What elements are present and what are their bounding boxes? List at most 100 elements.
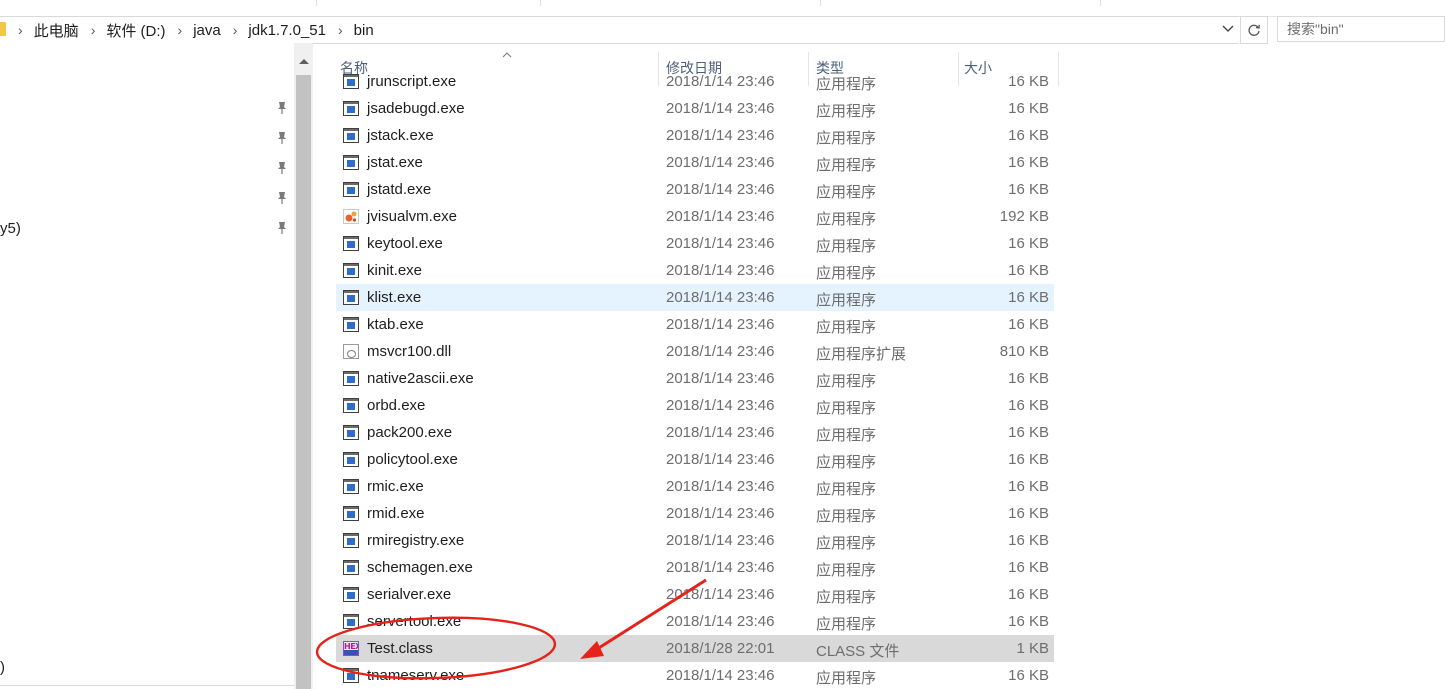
exe-icon [343,74,359,89]
breadcrumb-item[interactable]: 此电脑 [34,20,91,41]
file-row[interactable]: klist.exe 2018/1/14 23:46 应用程序 16 KB [336,284,1054,311]
file-type: 应用程序 [816,157,877,174]
file-type: 应用程序 [816,454,877,471]
exe-icon [343,398,359,413]
chevron-right-icon[interactable]: › [233,22,249,38]
file-size: 16 KB [1008,505,1049,522]
file-date: 2018/1/14 23:46 [666,559,775,576]
chevron-right-icon[interactable]: › [178,22,194,38]
pin-icon[interactable] [276,221,288,235]
exe-icon [343,236,359,251]
file-row[interactable]: ktab.exe 2018/1/14 23:46 应用程序 16 KB [336,311,1054,338]
file-row[interactable]: msvcr100.dll 2018/1/14 23:46 应用程序扩展 810 KB [336,338,1054,365]
pin-icon[interactable] [276,101,288,115]
chevron-right-icon[interactable]: › [91,22,107,38]
refresh-button[interactable] [1240,16,1268,44]
scroll-up-button[interactable] [294,51,313,71]
pin-icon[interactable] [276,191,288,205]
breadcrumb-item[interactable]: java [193,22,233,39]
exe-icon [343,560,359,575]
file-name: ktab.exe [367,316,424,333]
chevron-up-icon [298,58,309,64]
exe-icon [343,533,359,548]
file-row[interactable]: jrunscript.exe 2018/1/14 23:46 应用程序 16 KB [336,70,1054,95]
file-type: 应用程序 [816,400,877,417]
file-row[interactable]: jsadebugd.exe 2018/1/14 23:46 应用程序 16 KB [336,95,1054,122]
exe-icon [343,479,359,494]
chevron-right-icon[interactable]: › [338,22,354,38]
chevron-right-icon[interactable]: › [18,22,34,38]
file-date: 2018/1/14 23:46 [666,208,775,225]
file-row[interactable]: servertool.exe 2018/1/14 23:46 应用程序 16 KB [336,608,1054,635]
file-type: 应用程序扩展 [816,346,907,363]
nav-item-label[interactable]: y5) [0,220,21,237]
file-row[interactable]: orbd.exe 2018/1/14 23:46 应用程序 16 KB [336,392,1054,419]
file-name: native2ascii.exe [367,370,474,387]
scrollbar-thumb[interactable] [296,75,311,689]
file-type: 应用程序 [816,589,877,606]
file-name: jstat.exe [367,154,423,171]
exe-icon [343,182,359,197]
file-size: 16 KB [1008,154,1049,171]
file-row[interactable]: rmid.exe 2018/1/14 23:46 应用程序 16 KB [336,500,1054,527]
file-name: Test.class [367,640,433,657]
address-history-button[interactable] [1218,16,1238,42]
pin-icon[interactable] [276,131,288,145]
exe-icon [343,371,359,386]
breadcrumb: › 此电脑 › 软件 (D:) › java › jdk1.7.0_51 › bin [18,17,386,43]
file-row[interactable]: HEX Test.class 2018/1/28 22:01 CLASS 文件 1 KB [336,635,1054,662]
file-row[interactable]: pack200.exe 2018/1/14 23:46 应用程序 16 KB [336,419,1054,446]
file-row[interactable]: tnameserv.exe 2018/1/14 23:46 应用程序 16 KB [336,662,1054,689]
window-top-strip [0,0,1445,17]
divider [0,685,294,686]
file-type: 应用程序 [816,427,877,444]
file-type: 应用程序 [816,481,877,498]
breadcrumb-item[interactable]: jdk1.7.0_51 [248,22,338,39]
file-row[interactable]: rmiregistry.exe 2018/1/14 23:46 应用程序 16 KB [336,527,1054,554]
nav-scrollbar[interactable] [294,43,313,689]
dll-icon [343,344,359,359]
file-row[interactable]: policytool.exe 2018/1/14 23:46 应用程序 16 KB [336,446,1054,473]
file-row[interactable]: jstat.exe 2018/1/14 23:46 应用程序 16 KB [336,149,1054,176]
file-type: 应用程序 [816,76,877,93]
exe-icon [343,668,359,683]
file-row[interactable]: native2ascii.exe 2018/1/14 23:46 应用程序 16 KB [336,365,1054,392]
nav-item-label[interactable]: ) [0,659,5,676]
exe-icon [343,128,359,143]
file-date: 2018/1/14 23:46 [666,343,775,360]
file-type: 应用程序 [816,211,877,228]
sort-ascending-icon [502,50,512,61]
pin-icon[interactable] [276,161,288,175]
exe-icon [343,263,359,278]
file-size: 16 KB [1008,262,1049,279]
file-row[interactable]: rmic.exe 2018/1/14 23:46 应用程序 16 KB [336,473,1054,500]
file-name: jvisualvm.exe [367,208,458,225]
file-type: 应用程序 [816,319,877,336]
file-row[interactable]: jstatd.exe 2018/1/14 23:46 应用程序 16 KB [336,176,1054,203]
breadcrumb-item[interactable]: 软件 (D:) [106,20,177,41]
file-date: 2018/1/14 23:46 [666,586,775,603]
file-row[interactable]: jstack.exe 2018/1/14 23:46 应用程序 16 KB [336,122,1054,149]
exe-icon [343,425,359,440]
file-type: 应用程序 [816,238,877,255]
column-divider[interactable] [1058,52,1059,86]
file-type: 应用程序 [816,103,877,120]
search-input[interactable]: 搜索"bin" [1277,16,1445,42]
file-name: tnameserv.exe [367,667,465,684]
file-row[interactable]: kinit.exe 2018/1/14 23:46 应用程序 16 KB [336,257,1054,284]
file-row[interactable]: keytool.exe 2018/1/14 23:46 应用程序 16 KB [336,230,1054,257]
breadcrumb-item[interactable]: bin [354,22,386,39]
address-bar[interactable]: › 此电脑 › 软件 (D:) › java › jdk1.7.0_51 › bin [0,16,1239,44]
file-type: 应用程序 [816,562,877,579]
tab-divider [820,0,821,6]
file-row[interactable]: serialver.exe 2018/1/14 23:46 应用程序 16 KB [336,581,1054,608]
file-type: 应用程序 [816,508,877,525]
file-size: 16 KB [1008,73,1049,90]
file-row[interactable]: jvisualvm.exe 2018/1/14 23:46 应用程序 192 KB [336,203,1054,230]
file-row[interactable]: schemagen.exe 2018/1/14 23:46 应用程序 16 KB [336,554,1054,581]
file-date: 2018/1/14 23:46 [666,73,775,90]
file-name: rmic.exe [367,478,424,495]
file-name: rmiregistry.exe [367,532,465,549]
file-name: pack200.exe [367,424,453,441]
navigation-pane: y5) ) [0,43,294,689]
